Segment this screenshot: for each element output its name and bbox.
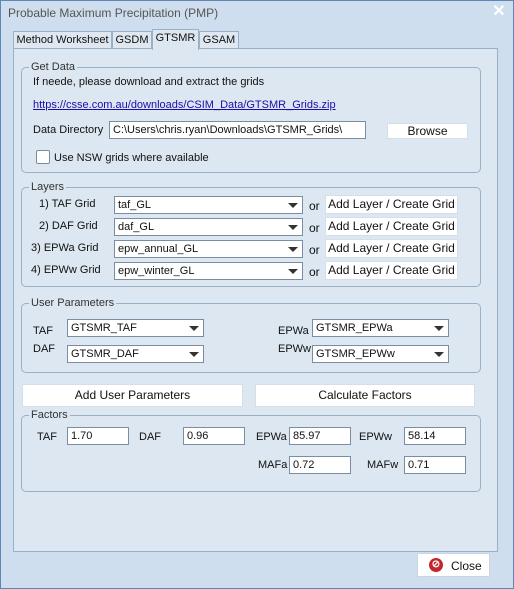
epwa-grid-value: epw_annual_GL [118,243,199,255]
tab-gsam[interactable]: GSAM [199,31,239,49]
user-parameters-label: User Parameters [29,297,117,309]
browse-button[interactable]: Browse [387,123,468,139]
factor-mafa-field[interactable]: 0.72 [289,456,351,474]
epww-grid-value: epw_winter_GL [118,265,195,277]
factor-mafw-field[interactable]: 0.71 [404,456,466,474]
factor-mafw-label: MAFw [367,459,399,471]
close-button[interactable]: ⊘ Close [417,553,490,577]
window-close-icon[interactable]: ✕ [491,3,507,21]
get-data-label: Get Data [29,61,78,73]
user-daf-label: DAF [33,343,55,355]
daf-grid-select[interactable]: daf_GL [114,218,303,236]
get-data-group: Get Data If neede, please download and e… [21,61,481,173]
factor-mafa-label: MAFa [258,459,288,471]
daf-grid-value: daf_GL [118,221,155,233]
user-epwa-label: EPWa [278,325,309,337]
factor-epwa-field[interactable]: 85.97 [289,427,351,445]
factor-taf-field[interactable]: 1.70 [67,427,129,445]
epww-grid-select[interactable]: epw_winter_GL [114,262,303,280]
nsw-grids-label: Use NSW grids where available [54,152,209,164]
factor-daf-label: DAF [139,431,161,443]
data-directory-label: Data Directory [33,124,104,136]
add-layer-taf-button[interactable]: Add Layer / Create Grid [325,195,458,214]
layers-label: Layers [29,181,67,193]
or-text: or [309,199,320,213]
taf-grid-label: 1) TAF Grid [39,198,96,210]
layers-group: Layers 1) TAF Grid taf_GL or Add Layer /… [21,181,481,287]
title-bar: Probable Maximum Precipitation (PMP) ✕ [1,1,513,25]
add-user-parameters-button[interactable]: Add User Parameters [22,384,243,407]
user-daf-select[interactable]: GTSMR_DAF [67,345,204,363]
chevron-down-icon [288,225,298,230]
epwa-grid-label: 3) EPWa Grid [31,242,99,254]
factor-epww-field[interactable]: 58.14 [404,427,466,445]
factor-epwa-label: EPWa [256,431,287,443]
factor-daf-field[interactable]: 0.96 [183,427,245,445]
window-title: Probable Maximum Precipitation (PMP) [8,6,219,20]
user-daf-value: GTSMR_DAF [71,348,139,360]
chevron-down-icon [288,203,298,208]
nsw-grids-checkbox[interactable] [36,150,50,164]
data-directory-field[interactable]: C:\Users\chris.ryan\Downloads\GTSMR_Grid… [109,121,366,139]
add-layer-epww-button[interactable]: Add Layer / Create Grid [325,261,458,280]
chevron-down-icon [288,247,298,252]
add-layer-daf-button[interactable]: Add Layer / Create Grid [325,217,458,236]
grids-download-link[interactable]: https://csse.com.au/downloads/CSIM_Data/… [33,99,336,111]
user-taf-label: TAF [33,325,53,337]
or-text: or [309,221,320,235]
or-text: or [309,243,320,257]
user-epwa-select[interactable]: GTSMR_EPWa [312,319,449,337]
user-taf-value: GTSMR_TAF [71,322,137,334]
pmp-window: Probable Maximum Precipitation (PMP) ✕ M… [0,0,514,589]
chevron-down-icon [189,326,199,331]
daf-grid-label: 2) DAF Grid [39,220,98,232]
cancel-icon: ⊘ [429,558,443,572]
user-taf-select[interactable]: GTSMR_TAF [67,319,204,337]
user-epww-select[interactable]: GTSMR_EPWw [312,345,449,363]
factor-taf-label: TAF [37,431,57,443]
factors-label: Factors [29,409,70,421]
user-epwa-value: GTSMR_EPWa [316,322,393,334]
epww-grid-label: 4) EPWw Grid [31,264,101,276]
calculate-factors-button[interactable]: Calculate Factors [255,384,475,407]
tab-gtsmr[interactable]: GTSMR [152,29,199,50]
gtsmr-panel: Get Data If neede, please download and e… [13,48,498,552]
chevron-down-icon [189,352,199,357]
epwa-grid-select[interactable]: epw_annual_GL [114,240,303,258]
factor-epww-label: EPWw [359,431,392,443]
user-epww-value: GTSMR_EPWw [316,348,395,360]
chevron-down-icon [434,326,444,331]
or-text: or [309,265,320,279]
close-button-label: Close [451,559,482,573]
chevron-down-icon [434,352,444,357]
add-layer-epwa-button[interactable]: Add Layer / Create Grid [325,239,458,258]
tab-method-worksheet[interactable]: Method Worksheet [13,31,112,49]
user-epww-label: EPWw [278,343,311,355]
user-parameters-group: User Parameters TAF GTSMR_TAF DAF GTSMR_… [21,297,481,373]
taf-grid-select[interactable]: taf_GL [114,196,303,214]
taf-grid-value: taf_GL [118,199,152,211]
download-instruction: If neede, please download and extract th… [33,76,265,88]
factors-group: Factors TAF 1.70 DAF 0.96 EPWa 85.97 EPW… [21,409,481,492]
chevron-down-icon [288,269,298,274]
tab-gsdm[interactable]: GSDM [112,31,152,49]
